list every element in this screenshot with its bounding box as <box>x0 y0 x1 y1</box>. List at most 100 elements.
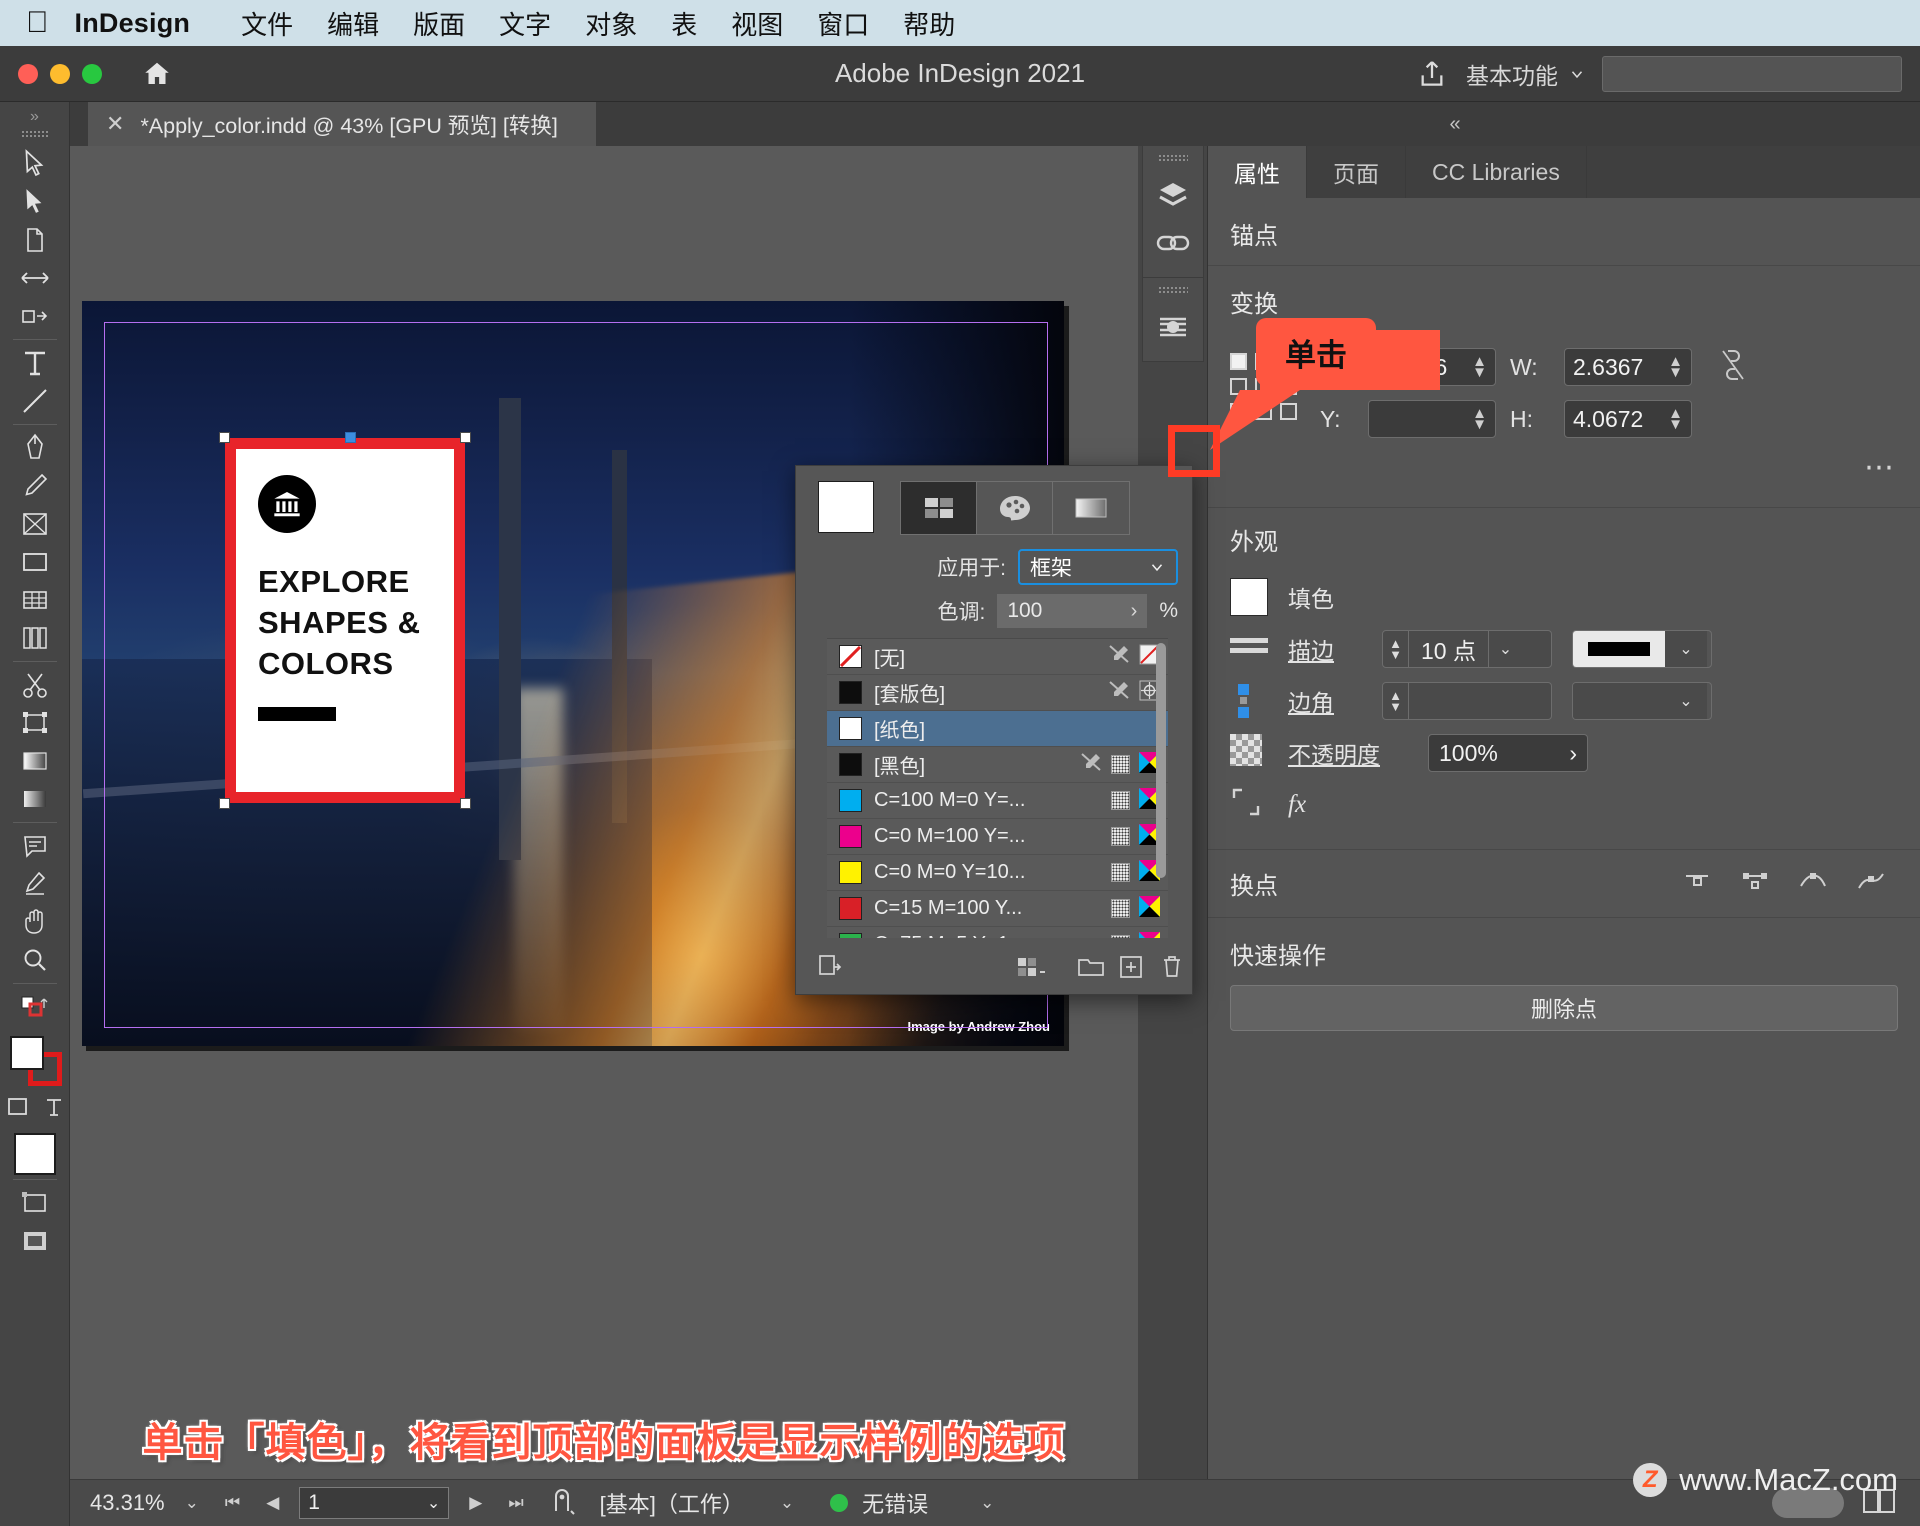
swatch-row-none[interactable]: [无] <box>827 639 1168 675</box>
swatches-mode-icon[interactable] <box>901 482 977 534</box>
w-input[interactable]: 2.6367 ▲▼ <box>1564 348 1692 386</box>
normal-view-mode-icon[interactable] <box>7 1184 63 1222</box>
tint-slider-arrow-icon[interactable]: › <box>1131 600 1138 623</box>
opacity-label[interactable]: 不透明度 <box>1288 736 1380 770</box>
chevron-down-icon[interactable]: ⌄ <box>942 1493 1000 1513</box>
opacity-icon[interactable] <box>1230 734 1268 772</box>
formatting-affects-text-icon[interactable] <box>45 1096 63 1123</box>
opacity-input[interactable]: 100% › <box>1428 734 1588 772</box>
fill-swatch[interactable] <box>10 1036 44 1070</box>
free-transform-tool[interactable] <box>7 704 63 742</box>
rectangle-tool[interactable] <box>7 543 63 581</box>
h-stepper[interactable]: ▲▼ <box>1668 408 1683 430</box>
convert-smooth-icon[interactable] <box>1798 868 1828 899</box>
type-tool[interactable] <box>7 344 63 382</box>
convert-symmetric-icon[interactable] <box>1856 868 1886 899</box>
note-tool[interactable] <box>7 827 63 865</box>
pen-tool[interactable] <box>7 429 63 467</box>
links-icon[interactable] <box>1146 219 1200 267</box>
last-page-icon[interactable]: ⏭ <box>502 1493 529 1513</box>
menu-item-edit[interactable]: 编辑 <box>310 5 396 42</box>
swatch-row-magenta[interactable]: C=0 M=100 Y=... <box>827 819 1168 855</box>
apply-color-swatch[interactable] <box>14 1133 56 1175</box>
swatch-row-cyan[interactable]: C=100 M=0 Y=... <box>827 783 1168 819</box>
chevron-down-icon[interactable]: ⌄ <box>1665 631 1707 667</box>
x-stepper[interactable]: ▲▼ <box>1472 356 1487 378</box>
default-fill-stroke-icon[interactable] <box>7 988 63 1026</box>
show-swatches-icon[interactable] <box>796 940 861 994</box>
table-tool[interactable] <box>7 581 63 619</box>
delete-swatch-icon[interactable] <box>1152 940 1192 994</box>
y-stepper[interactable]: ▲▼ <box>1472 408 1487 430</box>
corner-size-stepper[interactable]: ▲▼ <box>1383 683 1409 719</box>
ellipsis-icon[interactable]: ⋯ <box>1864 450 1896 485</box>
resize-handle-tr[interactable] <box>460 432 471 443</box>
menu-item-file[interactable]: 文件 <box>224 5 310 42</box>
tab-properties[interactable]: 属性 <box>1208 146 1307 198</box>
content-collector-tool[interactable] <box>7 297 63 335</box>
fill-color-popup-panel[interactable]: 应用于: 框架 色调: 100 › % [无] <box>795 465 1193 995</box>
tint-input[interactable]: 100 › <box>997 594 1147 628</box>
convert-corner-icon[interactable] <box>1682 868 1712 899</box>
swatch-row-black[interactable]: [黑色] <box>827 747 1168 783</box>
share-icon[interactable] <box>1414 56 1450 92</box>
toolbar-dotted-grip[interactable] <box>21 130 49 139</box>
swatches-list[interactable]: [无] [套版色] [纸色] [黑色] <box>827 638 1168 938</box>
menu-item-help[interactable]: 帮助 <box>886 5 972 42</box>
home-icon[interactable] <box>140 57 174 91</box>
card-artwork[interactable]: EXPLORE SHAPES & COLORS <box>236 449 454 792</box>
close-icon[interactable]: ✕ <box>106 111 124 137</box>
menu-item-view[interactable]: 视图 <box>714 5 800 42</box>
color-theme-tool[interactable] <box>7 865 63 903</box>
swatch-row-registration[interactable]: [套版色] <box>827 675 1168 711</box>
selection-tool[interactable] <box>7 145 63 183</box>
opacity-slider-arrow-icon[interactable]: › <box>1569 740 1577 767</box>
first-page-icon[interactable]: ⏮ <box>219 1493 246 1513</box>
h-input[interactable]: 4.0672 ▲▼ <box>1564 400 1692 438</box>
chevron-down-icon[interactable]: ⌄ <box>1665 683 1707 719</box>
gap-tool[interactable] <box>7 259 63 297</box>
fx-icon[interactable]: fx <box>1288 791 1306 819</box>
swatch-row-red[interactable]: C=15 M=100 Y... <box>827 891 1168 927</box>
tab-pages[interactable]: 页面 <box>1307 146 1406 198</box>
zoom-tool[interactable] <box>7 941 63 979</box>
resize-handle-bl[interactable] <box>219 798 230 809</box>
stroke-color-swatch-button[interactable] <box>1230 630 1268 668</box>
current-color-preview[interactable] <box>818 481 874 533</box>
selected-frame[interactable]: EXPLORE SHAPES & COLORS <box>225 438 465 803</box>
column-tool[interactable] <box>7 619 63 657</box>
stroke-weight-input[interactable]: ▲▼ 10 点 ⌄ <box>1382 630 1552 668</box>
menu-item-layout[interactable]: 版面 <box>396 5 482 42</box>
gradient-feather-tool[interactable] <box>7 780 63 818</box>
workspace-selector[interactable]: 基本功能 <box>1466 57 1586 91</box>
constrain-proportions-broken-icon[interactable] <box>1720 348 1746 387</box>
swatch-row-paper[interactable]: [纸色] <box>827 711 1168 747</box>
chevron-down-icon[interactable]: ⌄ <box>758 1493 800 1513</box>
line-tool[interactable] <box>7 382 63 420</box>
direct-selection-tool[interactable] <box>7 183 63 221</box>
new-swatch-icon[interactable] <box>1111 940 1151 994</box>
apply-to-select[interactable]: 框架 <box>1018 549 1178 585</box>
chevron-down-icon[interactable]: ⌄ <box>427 1493 440 1513</box>
rotate-handle-top[interactable] <box>345 432 356 443</box>
menu-item-object[interactable]: 对象 <box>568 5 654 42</box>
swatch-row-green[interactable]: C=75 M=5 Y=1... <box>827 927 1168 938</box>
panel-collapse-icon[interactable]: « <box>1355 102 1555 146</box>
resize-handle-tl[interactable] <box>219 432 230 443</box>
chevron-down-icon[interactable]: ⌄ <box>1488 631 1522 667</box>
corner-size-input[interactable]: ▲▼ <box>1382 682 1552 720</box>
page-tool[interactable] <box>7 221 63 259</box>
menu-item-table[interactable]: 表 <box>654 5 714 42</box>
swatch-row-yellow[interactable]: C=0 M=0 Y=10... <box>827 855 1168 891</box>
corner-options-icon[interactable] <box>1230 786 1268 824</box>
hand-tool[interactable] <box>7 903 63 941</box>
corner-label[interactable]: 边角 <box>1288 684 1334 718</box>
close-window-button[interactable] <box>18 64 38 84</box>
zoom-level[interactable]: 43.31% <box>90 1490 165 1516</box>
preview-mode-icon[interactable] <box>7 1222 63 1260</box>
prev-page-icon[interactable]: ◀ <box>260 1493 285 1513</box>
fill-color-swatch-button[interactable] <box>1230 578 1268 616</box>
w-stepper[interactable]: ▲▼ <box>1668 356 1683 378</box>
maximize-window-button[interactable] <box>82 64 102 84</box>
color-mixer-mode-icon[interactable] <box>977 482 1053 534</box>
